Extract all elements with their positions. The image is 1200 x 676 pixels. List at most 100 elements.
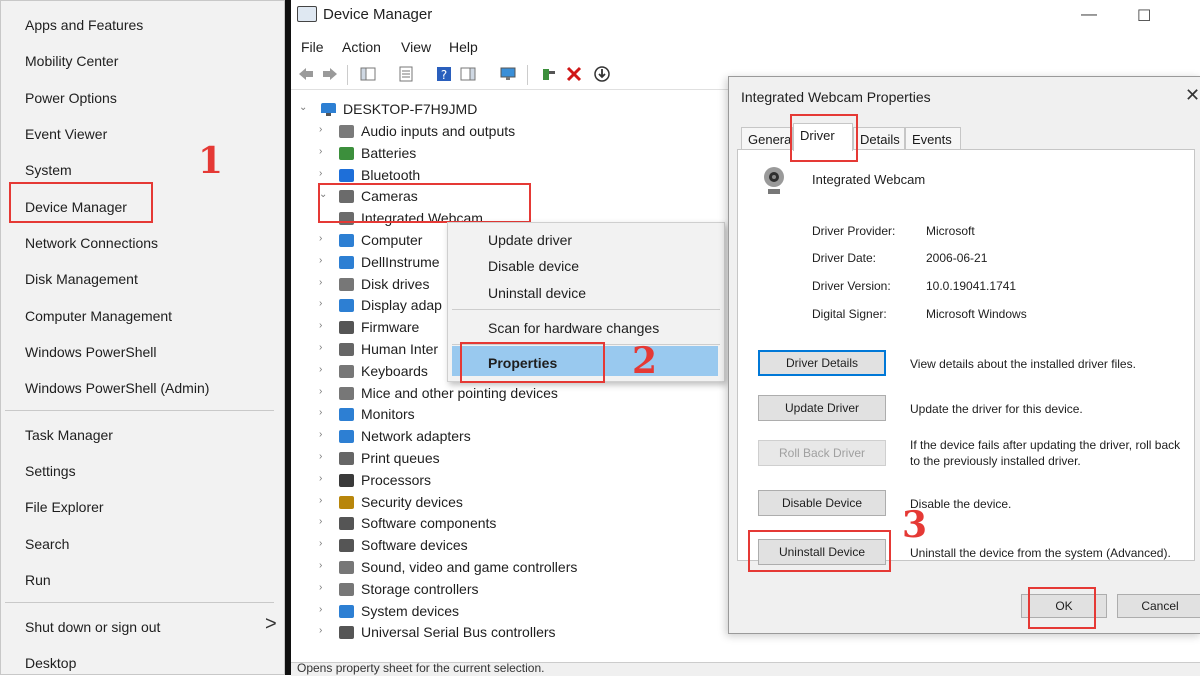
- svg-text:?: ?: [441, 68, 447, 82]
- menu-action[interactable]: Action: [342, 39, 381, 55]
- menu-item-event-viewer[interactable]: Event Viewer: [25, 126, 107, 142]
- context-item-disable-device[interactable]: Disable device: [488, 258, 579, 274]
- chevron-right-icon[interactable]: ›: [319, 146, 329, 157]
- chevron-right-icon[interactable]: ›: [319, 473, 329, 484]
- chevron-right-icon[interactable]: ›: [319, 277, 329, 288]
- tree-item-label: Human Inter: [361, 341, 439, 357]
- menu-item-task-manager[interactable]: Task Manager: [25, 427, 113, 443]
- context-item-update-driver[interactable]: Update driver: [488, 232, 572, 248]
- context-item-uninstall-device[interactable]: Uninstall device: [488, 285, 586, 301]
- chevron-right-icon[interactable]: ›: [319, 255, 329, 266]
- toolbar-separator: [347, 65, 348, 85]
- chevron-down-icon[interactable]: ⌄: [319, 189, 329, 200]
- usb-icon: [339, 626, 354, 639]
- tree-item-label: Cameras: [361, 188, 418, 204]
- menu-item-disk-management[interactable]: Disk Management: [25, 271, 138, 287]
- menu-item-network-connections[interactable]: Network Connections: [25, 235, 158, 251]
- disable-device-button[interactable]: Disable Device: [758, 490, 886, 516]
- menu-item-power-options[interactable]: Power Options: [25, 90, 117, 106]
- window-title: Device Manager: [323, 6, 433, 23]
- chevron-right-icon[interactable]: ›: [319, 342, 329, 353]
- firmware-icon: [339, 321, 354, 334]
- menu-item-apps-and-features[interactable]: Apps and Features: [25, 17, 143, 33]
- chevron-right-icon[interactable]: ›: [319, 604, 329, 615]
- menu-file[interactable]: File: [301, 39, 324, 55]
- context-item-properties[interactable]: Properties: [488, 355, 557, 371]
- menu-item-settings[interactable]: Settings: [25, 463, 76, 479]
- tab-details[interactable]: Details: [853, 127, 905, 149]
- tab-general[interactable]: General: [741, 127, 793, 149]
- digital-signer-value: Microsoft Windows: [926, 307, 1027, 321]
- menu-item-search[interactable]: Search: [25, 536, 69, 552]
- tree-item-label: Print queues: [361, 450, 440, 466]
- tab-driver[interactable]: Driver: [793, 123, 853, 151]
- update-driver-icon[interactable]: [539, 65, 557, 83]
- menu-help[interactable]: Help: [449, 39, 478, 55]
- step-number-3: 3: [902, 504, 928, 546]
- ok-button[interactable]: OK: [1021, 594, 1107, 618]
- system-icon: [339, 605, 354, 618]
- tree-item-label: Processors: [361, 472, 432, 488]
- tree-item-label: Firmware: [361, 319, 420, 335]
- forward-arrow-icon[interactable]: [321, 65, 339, 83]
- menu-item-device-manager[interactable]: Device Manager: [25, 199, 127, 215]
- menu-item-desktop[interactable]: Desktop: [25, 655, 76, 671]
- tree-item-label: System devices: [361, 603, 460, 619]
- help-icon[interactable]: ?: [435, 65, 453, 83]
- enable-device-icon[interactable]: [593, 65, 611, 83]
- uninstall-device-button[interactable]: Uninstall Device: [758, 539, 886, 565]
- chevron-right-icon[interactable]: ›: [319, 495, 329, 506]
- menu-item-system[interactable]: System: [25, 162, 72, 178]
- chevron-right-icon[interactable]: ›: [319, 233, 329, 244]
- chevron-right-icon[interactable]: ›: [319, 560, 329, 571]
- menu-item-computer-management[interactable]: Computer Management: [25, 308, 172, 324]
- menu-item-windows-powershell-admin[interactable]: Windows PowerShell (Admin): [25, 380, 209, 396]
- camera-icon: [339, 190, 354, 203]
- show-hide-console-tree-icon[interactable]: [359, 65, 377, 83]
- chevron-right-icon[interactable]: ›: [319, 451, 329, 462]
- properties-icon[interactable]: [397, 65, 415, 83]
- back-arrow-icon[interactable]: [297, 65, 315, 83]
- scan-hardware-icon[interactable]: [499, 65, 517, 83]
- chevron-right-icon[interactable]: ›: [319, 364, 329, 375]
- chevron-right-icon[interactable]: ›: [319, 124, 329, 135]
- computer-icon: [321, 103, 336, 116]
- maximize-button[interactable]: ☐: [1137, 6, 1151, 26]
- chevron-right-icon[interactable]: ›: [319, 429, 329, 440]
- chevron-right-icon[interactable]: ›: [319, 320, 329, 331]
- menu-item-mobility-center[interactable]: Mobility Center: [25, 53, 118, 69]
- chevron-right-icon[interactable]: ›: [319, 538, 329, 549]
- dialog-title: Integrated Webcam Properties: [741, 89, 931, 105]
- tab-events[interactable]: Events: [905, 127, 961, 149]
- cancel-button[interactable]: Cancel: [1117, 594, 1200, 618]
- update-driver-description: Update the driver for this device.: [910, 402, 1083, 416]
- update-driver-button[interactable]: Update Driver: [758, 395, 886, 421]
- driver-details-button[interactable]: Driver Details: [758, 350, 886, 376]
- close-icon[interactable]: ✕: [1185, 85, 1200, 106]
- chevron-right-icon[interactable]: ›: [319, 625, 329, 636]
- menu-item-shut-down-or-sign-out[interactable]: Shut down or sign out: [25, 619, 160, 635]
- action-pane-icon[interactable]: [459, 65, 477, 83]
- menu-item-file-explorer[interactable]: File Explorer: [25, 499, 104, 515]
- battery-icon: [339, 147, 354, 160]
- tree-item-label: Software devices: [361, 537, 468, 553]
- device-manager-app-icon: [297, 6, 317, 22]
- disable-device-description: Disable the device.: [910, 497, 1012, 511]
- uninstall-device-icon[interactable]: [565, 65, 583, 83]
- menu-separator: [452, 309, 720, 310]
- context-item-scan-for-hardware-changes[interactable]: Scan for hardware changes: [488, 320, 659, 336]
- roll-back-driver-button[interactable]: Roll Back Driver: [758, 440, 886, 466]
- chevron-right-icon[interactable]: ›: [319, 516, 329, 527]
- chevron-right-icon[interactable]: ›: [319, 298, 329, 309]
- chevron-down-icon[interactable]: ⌄: [299, 102, 309, 113]
- chevron-right-icon[interactable]: ›: [319, 168, 329, 179]
- chevron-right-icon[interactable]: ›: [319, 386, 329, 397]
- chevron-right-icon[interactable]: ›: [319, 407, 329, 418]
- tree-item-label: Sound, video and game controllers: [361, 559, 578, 575]
- menu-item-windows-powershell[interactable]: Windows PowerShell: [25, 344, 157, 360]
- menu-view[interactable]: View: [401, 39, 431, 55]
- minimize-button[interactable]: —: [1081, 6, 1097, 24]
- menu-item-run[interactable]: Run: [25, 572, 51, 588]
- device-name: Integrated Webcam: [812, 172, 926, 187]
- chevron-right-icon[interactable]: ›: [319, 582, 329, 593]
